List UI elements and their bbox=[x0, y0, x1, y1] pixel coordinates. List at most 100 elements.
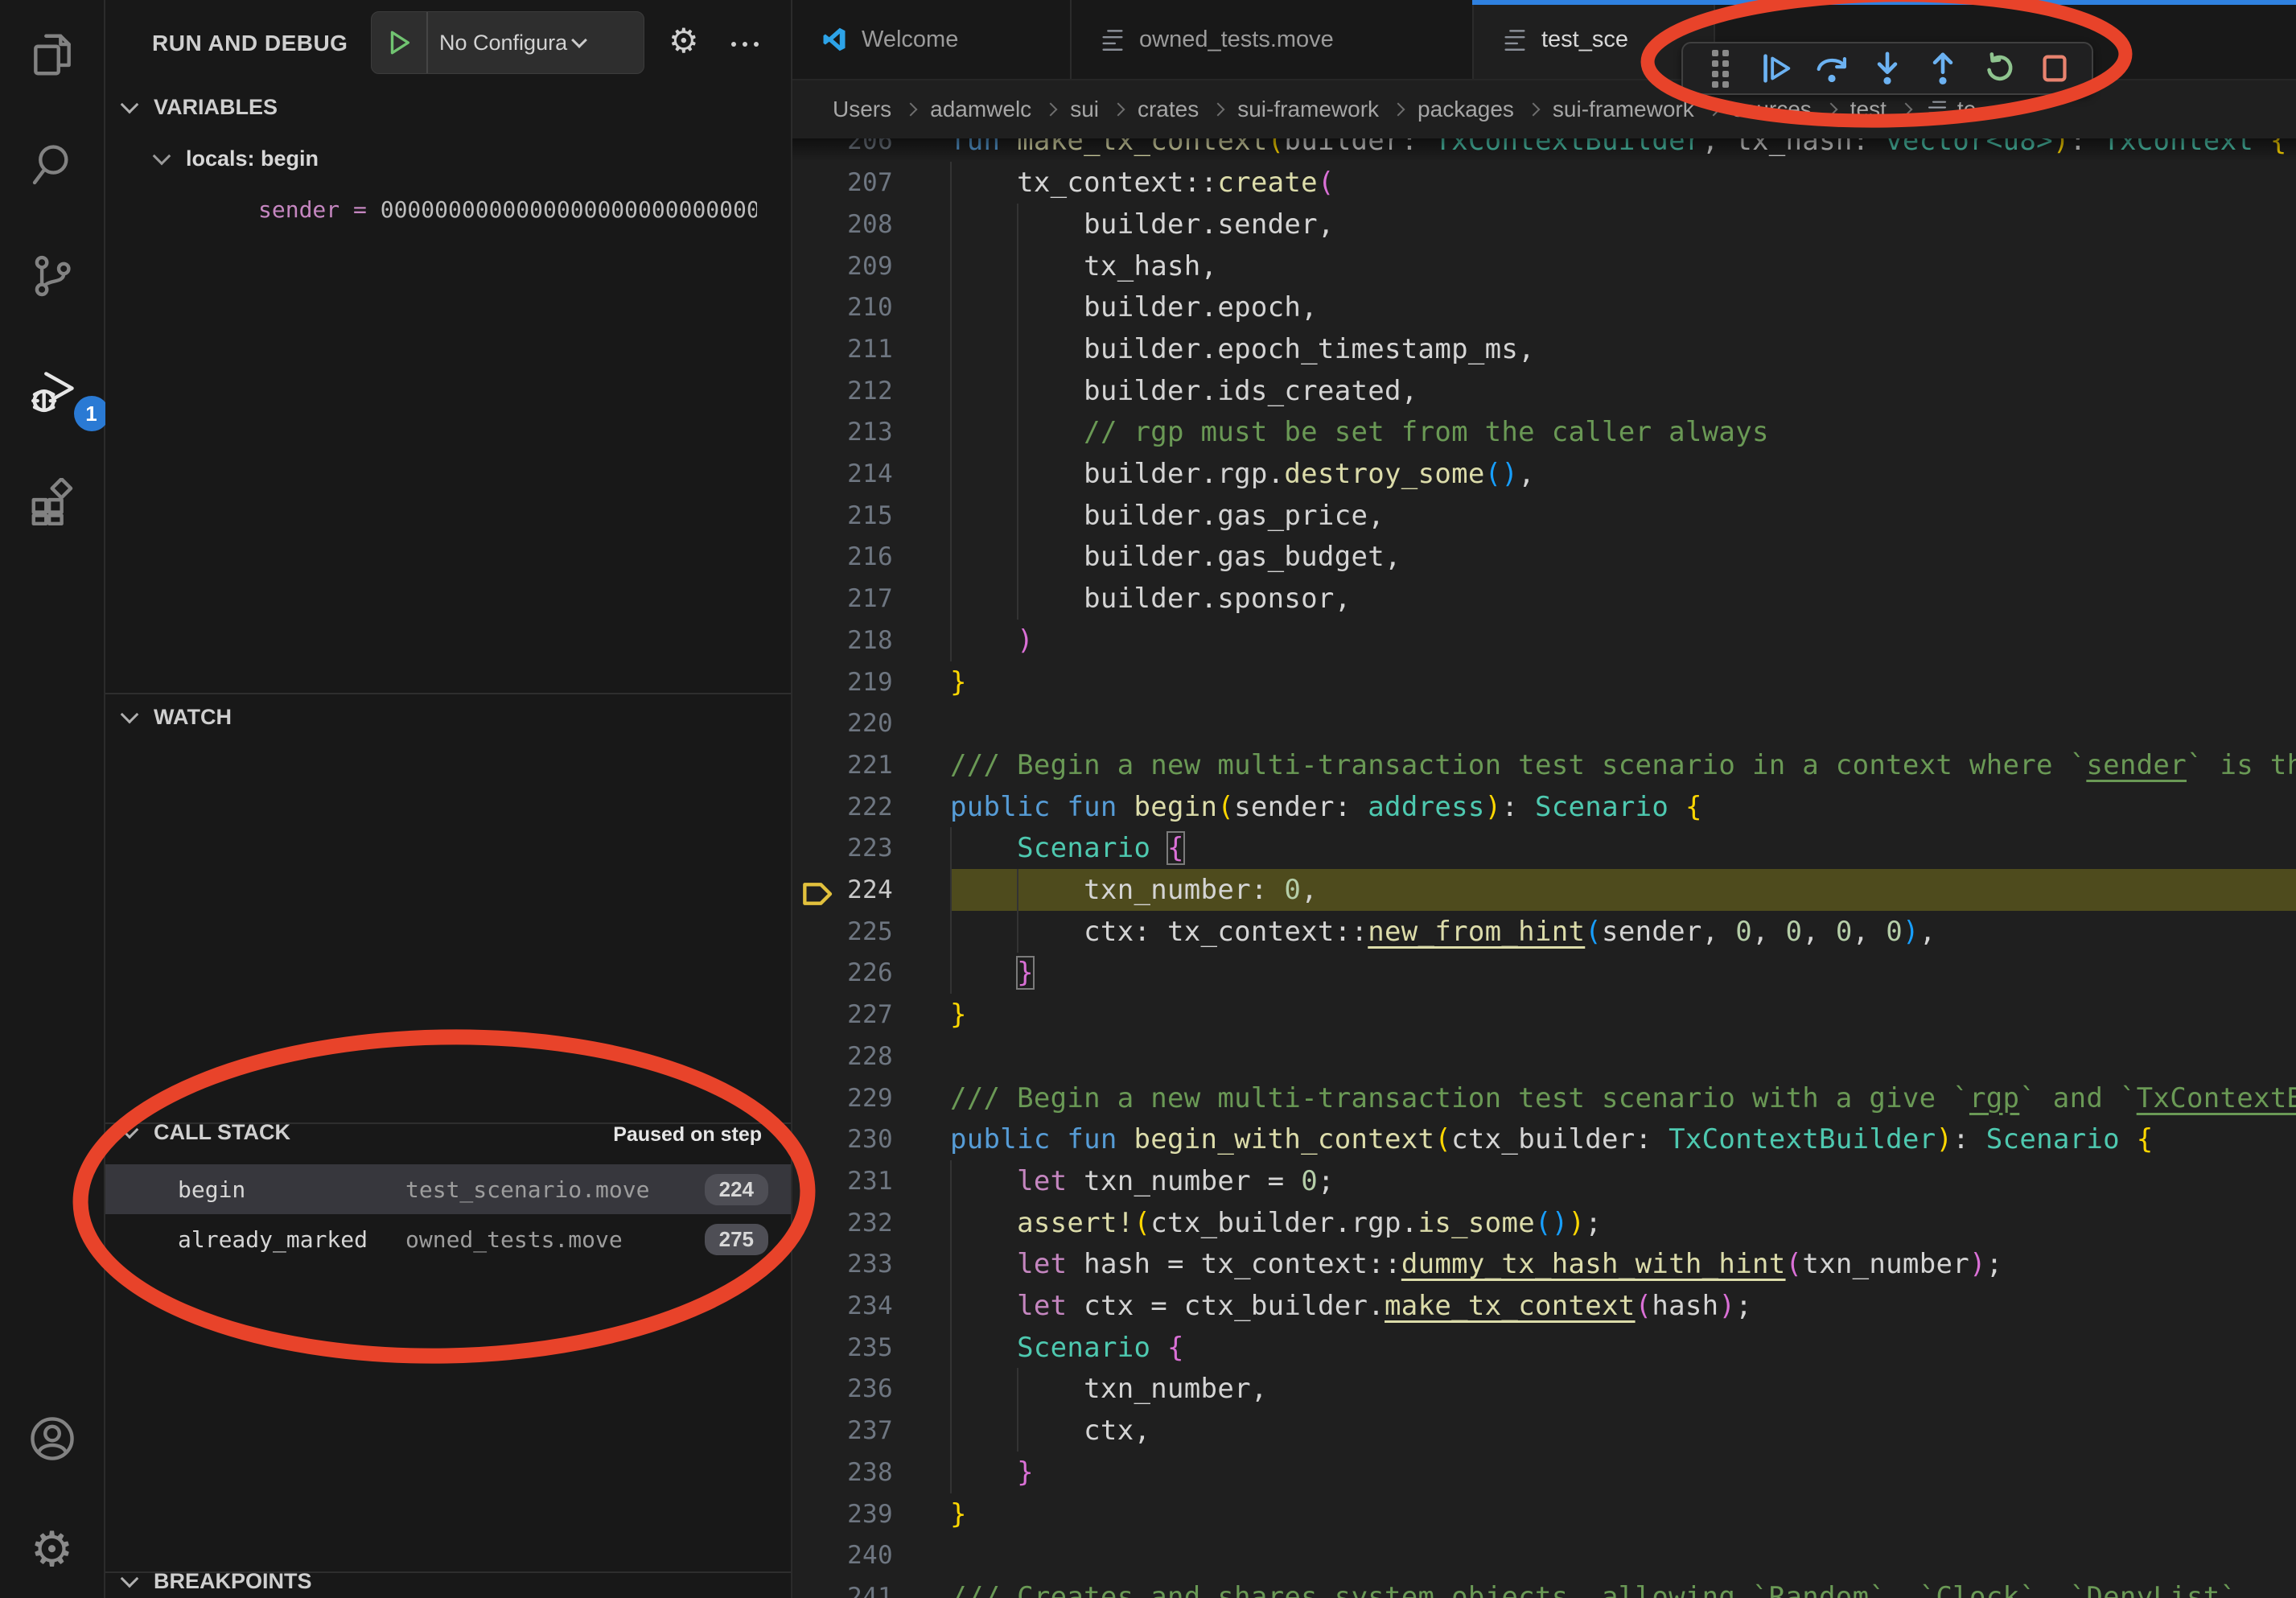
code-line[interactable]: 224 txn_number: 0, bbox=[792, 869, 2296, 911]
run-config-dropdown[interactable]: No Configura bbox=[371, 11, 644, 74]
line-number[interactable]: 224 bbox=[792, 869, 893, 911]
code-line[interactable]: 213 // rgp must be set from the caller a… bbox=[792, 411, 2296, 453]
line-number[interactable]: 222 bbox=[792, 786, 893, 828]
line-number[interactable]: 240 bbox=[792, 1534, 893, 1576]
line-number[interactable]: 218 bbox=[792, 620, 893, 661]
line-number[interactable]: 209 bbox=[792, 245, 893, 287]
code-line[interactable]: 229/// Begin a new multi-transaction tes… bbox=[792, 1077, 2296, 1119]
line-number[interactable]: 231 bbox=[792, 1160, 893, 1202]
line-number[interactable]: 225 bbox=[792, 911, 893, 953]
step-out-button[interactable] bbox=[1920, 46, 1965, 91]
variables-scope[interactable]: locals: begin bbox=[155, 146, 319, 171]
watch-section-header[interactable]: WATCH bbox=[123, 705, 232, 730]
activity-explorer-button[interactable] bbox=[27, 31, 77, 81]
toolbar-drag-handle[interactable] bbox=[1697, 46, 1743, 91]
line-number[interactable]: 208 bbox=[792, 204, 893, 245]
code-line[interactable]: 237 ctx, bbox=[792, 1410, 2296, 1452]
debug-settings-gear-button[interactable]: ⚙ bbox=[669, 24, 699, 58]
code-line[interactable]: 231 let txn_number = 0; bbox=[792, 1160, 2296, 1202]
line-number[interactable]: 215 bbox=[792, 495, 893, 537]
code-line[interactable]: 234 let ctx = ctx_builder.make_tx_contex… bbox=[792, 1285, 2296, 1327]
more-actions-button[interactable] bbox=[731, 42, 759, 47]
code-line[interactable]: 239} bbox=[792, 1493, 2296, 1535]
breadcrumb-item[interactable]: sui-framework bbox=[1237, 97, 1379, 122]
breadcrumb-item[interactable]: sui-framework bbox=[1553, 97, 1694, 122]
code-area[interactable]: 206fun make_tx_context(builder: TxContex… bbox=[792, 0, 2296, 1598]
line-number[interactable]: 238 bbox=[792, 1452, 893, 1493]
tab-welcome[interactable]: Welcome bbox=[792, 0, 1072, 79]
breadcrumb-item[interactable]: Users bbox=[833, 97, 891, 122]
line-number[interactable]: 217 bbox=[792, 578, 893, 620]
line-number[interactable]: 229 bbox=[792, 1077, 893, 1119]
restart-button[interactable] bbox=[1977, 46, 2022, 91]
step-over-button[interactable] bbox=[1809, 46, 1854, 91]
code-line[interactable]: 219} bbox=[792, 661, 2296, 703]
code-line[interactable]: 216 builder.gas_budget, bbox=[792, 536, 2296, 578]
call-stack-section-header[interactable]: CALL STACK bbox=[123, 1120, 290, 1145]
code-line[interactable]: 232 assert!(ctx_builder.rgp.is_some()); bbox=[792, 1202, 2296, 1244]
code-line[interactable]: 210 builder.epoch, bbox=[792, 286, 2296, 328]
activity-settings-gear-button[interactable]: ⚙ bbox=[27, 1525, 77, 1575]
code-line[interactable]: 238 } bbox=[792, 1452, 2296, 1493]
code-line[interactable]: 212 builder.ids_created, bbox=[792, 370, 2296, 412]
breadcrumb-item[interactable]: test bbox=[1850, 97, 1887, 122]
breakpoints-section-header[interactable]: BREAKPOINTS bbox=[123, 1569, 312, 1594]
code-line[interactable]: 211 builder.epoch_timestamp_ms, bbox=[792, 328, 2296, 370]
tab-owned-tests-move[interactable]: owned_tests.move bbox=[1072, 0, 1474, 79]
code-line[interactable]: 240 bbox=[792, 1534, 2296, 1576]
activity-search-button[interactable] bbox=[27, 142, 77, 192]
line-number[interactable]: 219 bbox=[792, 661, 893, 703]
line-number[interactable]: 212 bbox=[792, 370, 893, 412]
code-line[interactable]: 220 bbox=[792, 702, 2296, 744]
code-line[interactable]: 235 Scenario { bbox=[792, 1327, 2296, 1369]
line-number[interactable]: 213 bbox=[792, 411, 893, 453]
code-line[interactable]: 208 builder.sender, bbox=[792, 204, 2296, 245]
stop-button[interactable] bbox=[2032, 46, 2077, 91]
call-stack-frame[interactable]: already_marked owned_tests.move 275 bbox=[105, 1214, 791, 1264]
line-number[interactable]: 232 bbox=[792, 1202, 893, 1244]
line-number[interactable]: 228 bbox=[792, 1036, 893, 1077]
line-number[interactable]: 220 bbox=[792, 702, 893, 744]
variables-section-header[interactable]: VARIABLES bbox=[123, 95, 278, 120]
line-number[interactable]: 211 bbox=[792, 328, 893, 370]
line-number[interactable]: 234 bbox=[792, 1285, 893, 1327]
code-line[interactable]: 241/// Creates and shares system objects… bbox=[792, 1576, 2296, 1598]
code-line[interactable]: 233 let hash = tx_context::dummy_tx_hash… bbox=[792, 1243, 2296, 1285]
breadcrumb-item[interactable]: adamwelc bbox=[930, 97, 1031, 122]
line-number[interactable]: 241 bbox=[792, 1576, 893, 1598]
code-line[interactable]: 207 tx_context::create( bbox=[792, 162, 2296, 204]
breadcrumb-item[interactable]: crates bbox=[1138, 97, 1199, 122]
code-line[interactable]: 236 txn_number, bbox=[792, 1368, 2296, 1410]
line-number[interactable]: 214 bbox=[792, 453, 893, 495]
code-line[interactable]: 225 ctx: tx_context::new_from_hint(sende… bbox=[792, 911, 2296, 953]
breadcrumb-item[interactable]: packages bbox=[1418, 97, 1514, 122]
line-number[interactable]: 221 bbox=[792, 744, 893, 786]
continue-button[interactable] bbox=[1753, 46, 1798, 91]
line-number[interactable]: 237 bbox=[792, 1410, 893, 1452]
line-number[interactable]: 207 bbox=[792, 162, 893, 204]
code-line[interactable]: 226 } bbox=[792, 952, 2296, 994]
code-line[interactable]: 218 ) bbox=[792, 620, 2296, 661]
activity-source-control-button[interactable] bbox=[27, 253, 77, 303]
variable-sender[interactable]: sender = 0000000000000000000000000000… bbox=[258, 196, 757, 223]
line-number[interactable]: 227 bbox=[792, 994, 893, 1036]
activity-extensions-button[interactable] bbox=[27, 480, 77, 529]
breadcrumb-item-file[interactable]: te bbox=[1925, 97, 1976, 122]
line-number[interactable]: 239 bbox=[792, 1493, 893, 1535]
code-line[interactable]: 227} bbox=[792, 994, 2296, 1036]
code-line[interactable]: 222public fun begin(sender: address): Sc… bbox=[792, 786, 2296, 828]
line-number[interactable]: 226 bbox=[792, 952, 893, 994]
code-line[interactable]: 215 builder.gas_price, bbox=[792, 495, 2296, 537]
breadcrumb-item[interactable]: sources bbox=[1733, 97, 1812, 122]
code-line[interactable]: 223 Scenario { bbox=[792, 827, 2296, 869]
line-number[interactable]: 223 bbox=[792, 827, 893, 869]
breadcrumb-item[interactable]: sui bbox=[1070, 97, 1099, 122]
call-stack-frame[interactable]: begin test_scenario.move 224 bbox=[105, 1164, 791, 1214]
line-number[interactable]: 216 bbox=[792, 536, 893, 578]
code-line[interactable]: 230public fun begin_with_context(ctx_bui… bbox=[792, 1118, 2296, 1160]
code-line[interactable]: 214 builder.rgp.destroy_some(), bbox=[792, 453, 2296, 495]
tab-test-sce[interactable]: test_sce bbox=[1474, 0, 1715, 79]
line-number[interactable]: 236 bbox=[792, 1368, 893, 1410]
line-number[interactable]: 210 bbox=[792, 286, 893, 328]
activity-run-debug-button[interactable]: 1 bbox=[27, 370, 77, 420]
